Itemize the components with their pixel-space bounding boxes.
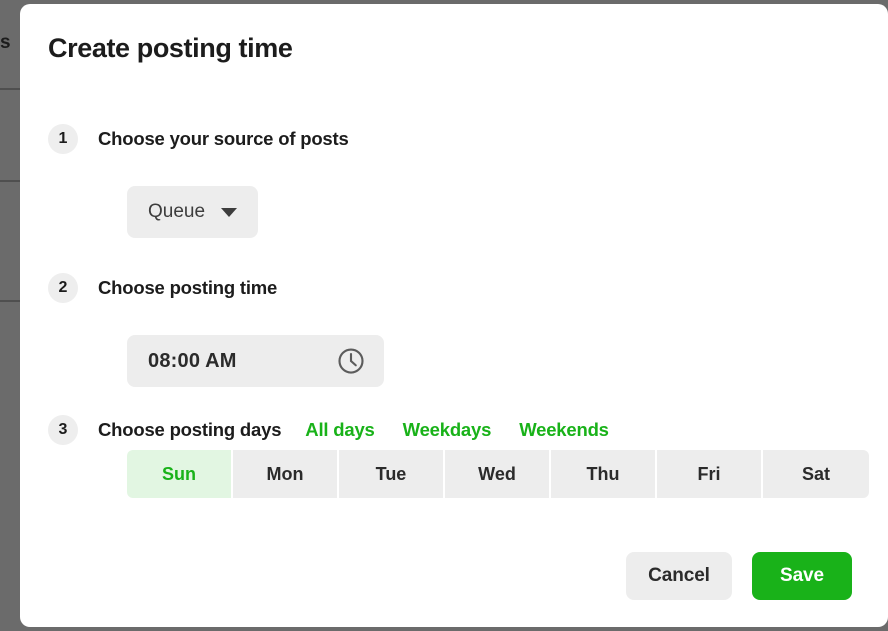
dialog-footer: Cancel Save — [626, 552, 852, 600]
background-divider — [0, 180, 22, 182]
day-tab-thu[interactable]: Thu — [551, 450, 657, 498]
step-title: Choose your source of posts — [98, 128, 349, 149]
chevron-down-icon — [221, 207, 238, 217]
posting-time-input[interactable]: 08:00 AM — [127, 335, 384, 387]
preset-weekends[interactable]: Weekends — [519, 419, 609, 441]
dialog-title: Create posting time — [48, 33, 293, 63]
day-tab-sat[interactable]: Sat — [763, 450, 869, 498]
step-2-time: 2 Choose posting time 08:00 AM — [48, 273, 384, 387]
background-divider — [0, 88, 22, 90]
day-tab-wed[interactable]: Wed — [445, 450, 551, 498]
background-partial-text: s — [0, 32, 11, 53]
step-1-header: 1 Choose your source of posts — [48, 124, 349, 154]
preset-all-days[interactable]: All days — [305, 419, 375, 441]
step-number-badge: 1 — [48, 124, 78, 154]
posting-time-value: 08:00 AM — [148, 349, 237, 372]
day-tab-sun[interactable]: Sun — [127, 450, 233, 498]
step-2-header: 2 Choose posting time — [48, 273, 277, 303]
step-title: Choose posting days — [98, 419, 282, 440]
source-of-posts-dropdown[interactable]: Queue — [127, 186, 259, 238]
step-1-source: 1 Choose your source of posts Queue — [48, 124, 349, 238]
day-preset-links: All days Weekdays Weekends — [305, 419, 609, 441]
day-tab-mon[interactable]: Mon — [233, 450, 339, 498]
step-number-badge: 2 — [48, 273, 78, 303]
background-divider — [0, 300, 22, 302]
preset-weekdays[interactable]: Weekdays — [403, 419, 492, 441]
step-3-days: 3 Choose posting days All days Weekdays … — [48, 415, 869, 498]
day-tab-fri[interactable]: Fri — [657, 450, 763, 498]
source-of-posts-value: Queue — [148, 201, 206, 222]
create-posting-time-dialog: Create posting time 1 Choose your source… — [20, 4, 888, 627]
step-number-badge: 3 — [48, 415, 78, 445]
cancel-button[interactable]: Cancel — [626, 552, 732, 600]
save-button[interactable]: Save — [752, 552, 852, 600]
step-title: Choose posting time — [98, 277, 278, 298]
day-tab-tue[interactable]: Tue — [339, 450, 445, 498]
day-selector: Sun Mon Tue Wed Thu Fri Sat — [127, 450, 869, 498]
step-3-header: 3 Choose posting days All days Weekdays … — [48, 415, 609, 445]
clock-icon[interactable] — [336, 346, 366, 376]
